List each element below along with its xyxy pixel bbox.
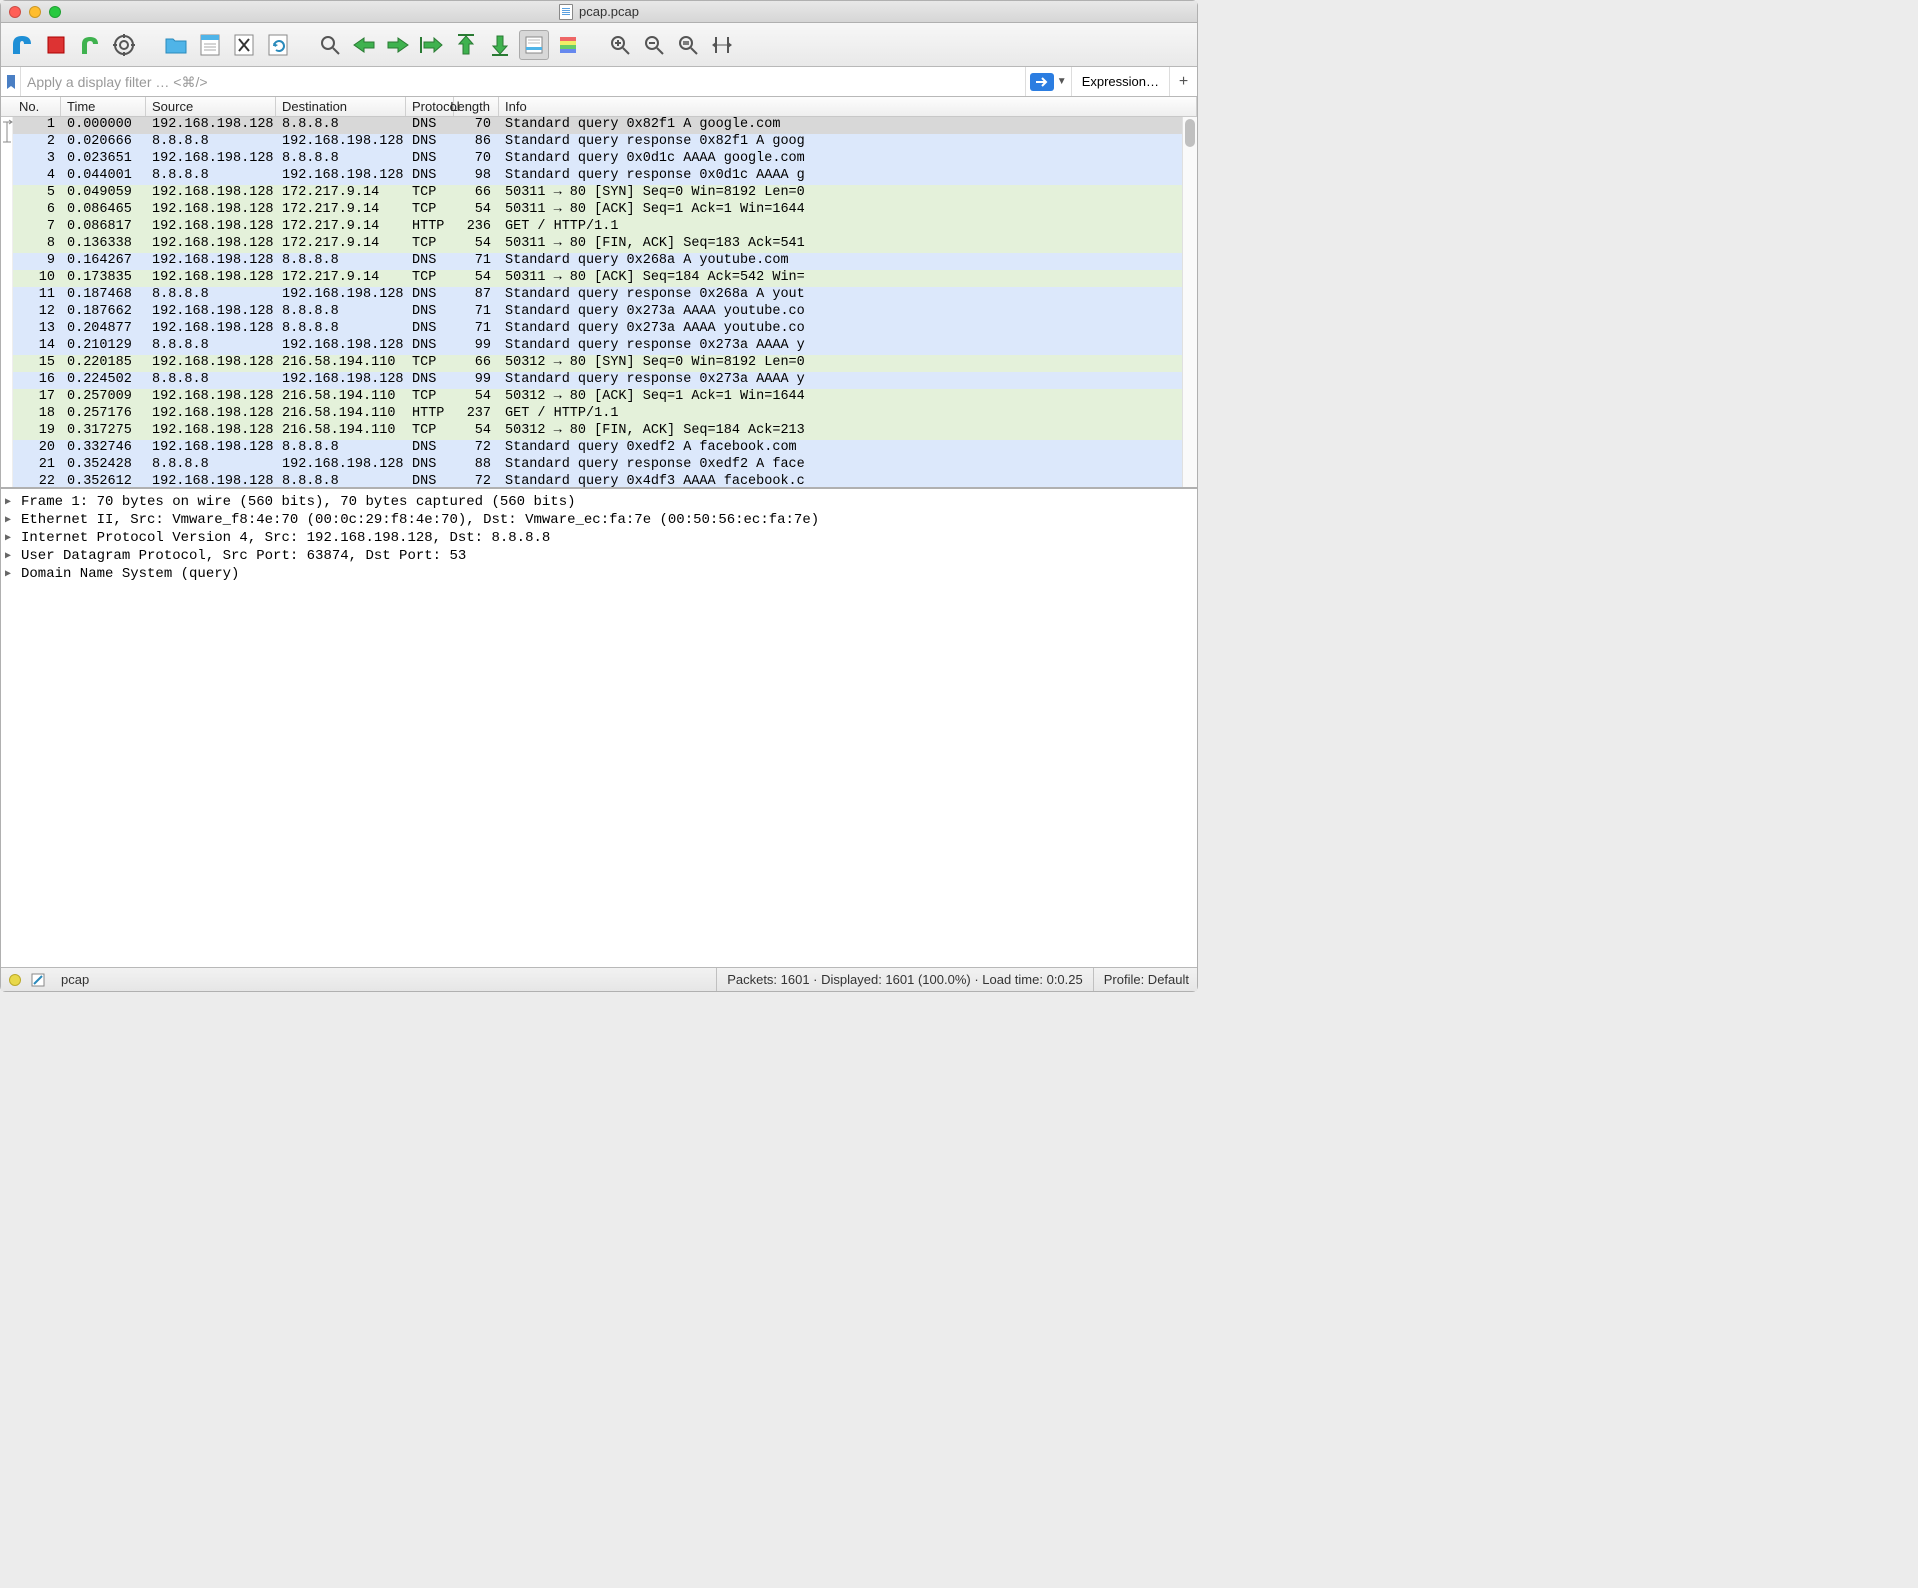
packet-row[interactable]: 220.352612192.168.198.1288.8.8.8DNS72Sta…: [1, 474, 1197, 487]
status-profile-button[interactable]: Profile: Default: [1093, 968, 1189, 991]
capture-options-button[interactable]: [109, 30, 139, 60]
packet-row[interactable]: 120.187662192.168.198.1288.8.8.8DNS71Sta…: [1, 304, 1197, 321]
packet-row[interactable]: 90.164267192.168.198.1288.8.8.8DNS71Stan…: [1, 253, 1197, 270]
go-last-packet-button[interactable]: [485, 30, 515, 60]
column-header-destination[interactable]: Destination: [276, 97, 406, 116]
arrow-right-icon: [1030, 73, 1054, 91]
zoom-out-button[interactable]: [639, 30, 669, 60]
detail-tree-item[interactable]: ▶Ethernet II, Src: Vmware_f8:4e:70 (00:0…: [1, 511, 1197, 529]
packet-row[interactable]: 70.086817192.168.198.128172.217.9.14HTTP…: [1, 219, 1197, 236]
packet-details-pane[interactable]: ▶Frame 1: 70 bytes on wire (560 bits), 7…: [1, 489, 1197, 967]
packet-list-header[interactable]: No. Time Source Destination Protocol Len…: [1, 97, 1197, 117]
find-packet-button[interactable]: [315, 30, 345, 60]
go-back-button[interactable]: [349, 30, 379, 60]
column-header-no[interactable]: No.: [13, 97, 61, 116]
packet-row[interactable]: 30.023651192.168.198.1288.8.8.8DNS70Stan…: [1, 151, 1197, 168]
detail-tree-item[interactable]: ▶Frame 1: 70 bytes on wire (560 bits), 7…: [1, 493, 1197, 511]
packet-row[interactable]: 180.257176192.168.198.128216.58.194.110H…: [1, 406, 1197, 423]
stop-capture-button[interactable]: [41, 30, 71, 60]
expand-triangle-icon: ▶: [5, 550, 17, 562]
expand-triangle-icon: ▶: [5, 568, 17, 580]
auto-scroll-button[interactable]: [519, 30, 549, 60]
column-header-source[interactable]: Source: [146, 97, 276, 116]
packet-row[interactable]: 130.204877192.168.198.1288.8.8.8DNS71Sta…: [1, 321, 1197, 338]
packet-row[interactable]: 10.000000192.168.198.1288.8.8.8DNS70Stan…: [1, 117, 1197, 134]
expand-triangle-icon: ▶: [5, 532, 17, 544]
packet-row[interactable]: 190.317275192.168.198.128216.58.194.110T…: [1, 423, 1197, 440]
status-packets-label: Packets: 1601 · Displayed: 1601 (100.0%)…: [716, 968, 1083, 991]
reload-file-button[interactable]: [263, 30, 293, 60]
colorize-button[interactable]: [553, 30, 583, 60]
minimize-window-button[interactable]: [29, 6, 41, 18]
packet-row[interactable]: 40.0440018.8.8.8192.168.198.128DNS98Stan…: [1, 168, 1197, 185]
zoom-in-button[interactable]: [605, 30, 635, 60]
go-to-packet-button[interactable]: [417, 30, 447, 60]
edit-capture-comment-button[interactable]: [31, 973, 45, 987]
column-header-time[interactable]: Time: [61, 97, 146, 116]
packet-row[interactable]: 110.1874688.8.8.8192.168.198.128DNS87Sta…: [1, 287, 1197, 304]
packet-row[interactable]: 210.3524288.8.8.8192.168.198.128DNS88Sta…: [1, 457, 1197, 474]
packet-row[interactable]: 100.173835192.168.198.128172.217.9.14TCP…: [1, 270, 1197, 287]
packet-list-scrollbar[interactable]: [1182, 117, 1197, 487]
status-bar: pcap Packets: 1601 · Displayed: 1601 (10…: [1, 967, 1197, 991]
document-icon: [559, 4, 573, 20]
window-titlebar: pcap.pcap: [1, 1, 1197, 23]
display-filter-input[interactable]: [21, 67, 1025, 96]
start-capture-button[interactable]: [7, 30, 37, 60]
column-header-info[interactable]: Info: [499, 97, 1197, 116]
column-header-length[interactable]: Length: [454, 97, 499, 116]
packet-list-pane: No. Time Source Destination Protocol Len…: [1, 97, 1197, 489]
save-file-button[interactable]: [195, 30, 225, 60]
main-toolbar: [1, 23, 1197, 67]
column-header-protocol[interactable]: Protocol: [406, 97, 454, 116]
related-packet-indicator-icon: [1, 117, 13, 151]
status-file-label: pcap: [61, 972, 89, 987]
detail-tree-item[interactable]: ▶User Datagram Protocol, Src Port: 63874…: [1, 547, 1197, 565]
zoom-reset-button[interactable]: [673, 30, 703, 60]
packet-row[interactable]: 150.220185192.168.198.128216.58.194.110T…: [1, 355, 1197, 372]
packet-row[interactable]: 50.049059192.168.198.128172.217.9.14TCP6…: [1, 185, 1197, 202]
expand-triangle-icon: ▶: [5, 496, 17, 508]
packet-row[interactable]: 200.332746192.168.198.1288.8.8.8DNS72Sta…: [1, 440, 1197, 457]
go-first-packet-button[interactable]: [451, 30, 481, 60]
window-title: pcap.pcap: [579, 4, 639, 19]
packet-row[interactable]: 160.2245028.8.8.8192.168.198.128DNS99Sta…: [1, 372, 1197, 389]
go-forward-button[interactable]: [383, 30, 413, 60]
filter-bookmark-button[interactable]: [1, 67, 21, 96]
filter-bar: ▼ Expression… +: [1, 67, 1197, 97]
expand-triangle-icon: ▶: [5, 514, 17, 526]
packet-row[interactable]: 20.0206668.8.8.8192.168.198.128DNS86Stan…: [1, 134, 1197, 151]
restart-capture-button[interactable]: [75, 30, 105, 60]
detail-tree-item[interactable]: ▶Internet Protocol Version 4, Src: 192.1…: [1, 529, 1197, 547]
add-filter-button[interactable]: +: [1169, 67, 1197, 96]
open-file-button[interactable]: [161, 30, 191, 60]
zoom-window-button[interactable]: [49, 6, 61, 18]
packet-row[interactable]: 170.257009192.168.198.128216.58.194.110T…: [1, 389, 1197, 406]
apply-filter-button[interactable]: ▼: [1025, 67, 1071, 96]
close-file-button[interactable]: [229, 30, 259, 60]
chevron-down-icon: ▼: [1057, 76, 1067, 87]
expression-button[interactable]: Expression…: [1071, 67, 1169, 96]
resize-columns-button[interactable]: [707, 30, 737, 60]
packet-row[interactable]: 60.086465192.168.198.128172.217.9.14TCP5…: [1, 202, 1197, 219]
packet-list-body[interactable]: 10.000000192.168.198.1288.8.8.8DNS70Stan…: [1, 117, 1197, 487]
detail-tree-item[interactable]: ▶Domain Name System (query): [1, 565, 1197, 583]
packet-row[interactable]: 80.136338192.168.198.128172.217.9.14TCP5…: [1, 236, 1197, 253]
expert-info-button[interactable]: [9, 974, 21, 986]
packet-row[interactable]: 140.2101298.8.8.8192.168.198.128DNS99Sta…: [1, 338, 1197, 355]
close-window-button[interactable]: [9, 6, 21, 18]
